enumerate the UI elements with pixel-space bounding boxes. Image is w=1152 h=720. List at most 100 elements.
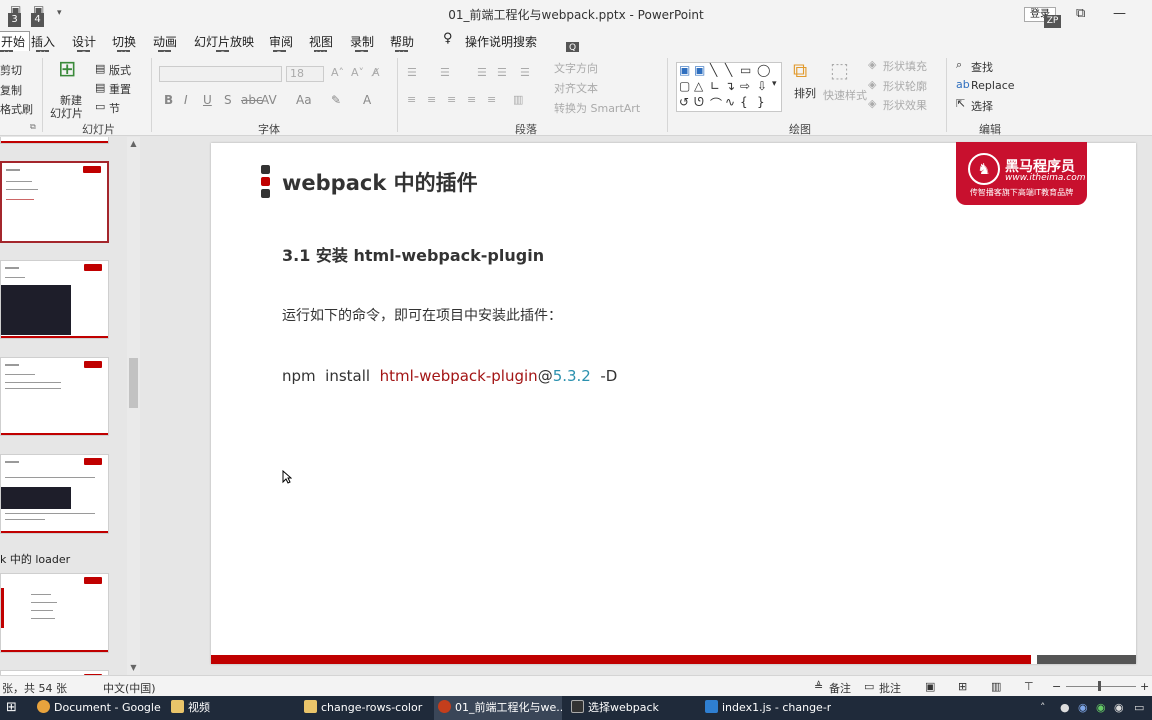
clear-format-icon[interactable]: A̸ [372,66,380,79]
rectangle-shape-icon[interactable]: ▭ [740,63,751,77]
scroll-up-icon[interactable]: ▲ [127,139,140,148]
italic-icon[interactable]: I [184,93,188,107]
ribbon-display-icon[interactable]: ⧉ [1076,6,1085,21]
distribute-icon[interactable]: ≡ [487,93,496,106]
taskbar-item-powerpoint[interactable]: 01_前端工程化与we... [434,696,562,720]
slide-thumbnail[interactable] [0,137,109,144]
align-right-icon[interactable]: ≡ [447,93,456,106]
tray-app-icon[interactable]: ◉ [1096,701,1106,714]
shape-outline-icon[interactable]: ◈ [868,78,876,91]
tab-help[interactable]: 帮助 [390,33,414,50]
change-case-icon[interactable]: Aa [296,93,312,107]
zoom-slider[interactable] [1066,686,1136,687]
triangle-shape-icon[interactable]: △ [694,79,703,93]
tray-app-icon[interactable]: ◉ [1078,701,1088,714]
arc-shape-icon[interactable]: ⌒ [710,95,722,112]
reset-button[interactable]: 重置 [109,81,131,97]
font-size-combo[interactable]: 18 [286,66,324,82]
freeform-shape-icon[interactable]: ᘎ [694,95,704,110]
shrink-font-icon[interactable]: A˅ [351,66,364,79]
textbox-shape-icon[interactable]: ▣ [679,63,690,77]
slide-thumbnail-selected[interactable] [0,161,109,243]
columns-icon[interactable]: ▥ [513,93,523,106]
select-button[interactable]: 选择 [971,98,993,114]
section-label[interactable]: k 中的 loader [0,551,70,567]
strikethrough-icon[interactable]: abc [241,93,263,107]
scrollbar-thumb[interactable] [129,358,138,408]
arrange-button[interactable]: 排列 [794,85,816,101]
tab-slideshow[interactable]: 幻灯片放映 [194,33,254,50]
slide-sorter-icon[interactable]: ⊞ [958,680,967,693]
shadow-icon[interactable]: S [224,93,232,107]
taskbar-item-folder[interactable]: change-rows-color [300,696,428,720]
justify-icon[interactable]: ≡ [467,93,476,106]
elbow-connector-shape-icon[interactable]: ↴ [725,79,735,93]
down-arrow-shape-icon[interactable]: ⇩ [757,79,767,93]
replace-button[interactable]: Replace [971,79,1015,92]
shapes-gallery[interactable]: ▣ ▣ ╲ ╲ ▭ ◯ ▢ △ ∟ ↴ ⇨ ⇩ ↺ ᘎ ⌒ ∿ { } ▾ [676,62,782,112]
slide-title[interactable]: webpack 中的插件 [282,167,478,197]
right-brace-shape-icon[interactable]: } [757,95,765,109]
dialog-launcher-icon[interactable]: ⧉ [30,122,36,132]
tab-home[interactable]: 开始 [0,31,31,51]
tray-chevron-icon[interactable]: ˄ [1040,701,1046,714]
font-name-combo[interactable] [159,66,282,82]
highlight-icon[interactable]: ✎ [331,93,341,107]
line-shape-icon[interactable]: ╲ [710,63,717,77]
line-spacing-icon[interactable]: ☰ [520,66,530,79]
left-brace-shape-icon[interactable]: { [740,95,748,109]
slide-thumbnail[interactable] [0,573,109,653]
find-button[interactable]: 查找 [971,59,993,75]
install-command[interactable]: npm install html-webpack-plugin@5.3.2 -D [282,367,617,385]
zoom-out-icon[interactable]: − [1052,680,1061,693]
tray-app-icon[interactable]: ◉ [1114,701,1124,714]
tab-review[interactable]: 审阅 [269,33,293,50]
windows-start-icon[interactable]: ⊞ [2,696,28,720]
slide-subheading[interactable]: 3.1 安装 html-webpack-plugin [282,242,544,266]
tab-insert[interactable]: 插入 [31,33,55,50]
section-button[interactable]: 节 [109,100,120,116]
tab-view[interactable]: 视图 [309,33,333,50]
slide-thumbnail[interactable] [0,454,109,534]
slide-canvas[interactable]: webpack 中的插件 ♞ 黑马程序员 www.itheima.com 传智播… [211,142,1136,664]
decrease-indent-icon[interactable]: ☰ [477,66,487,79]
right-arrow-shape-icon[interactable]: ⇨ [740,79,750,93]
slide-thumbnail[interactable] [0,260,109,339]
taskbar-item-chrome[interactable]: Document - Google... [33,696,161,720]
char-spacing-icon[interactable]: AV [261,93,277,107]
slide-paragraph[interactable]: 运行如下的命令，即可在项目中安装此插件： [282,305,562,325]
shape-fill-button[interactable]: 形状填充 [883,58,927,74]
zoom-slider-knob[interactable] [1098,681,1101,691]
comments-button[interactable]: 批注 [879,680,901,696]
tab-animations[interactable]: 动画 [153,33,177,50]
rounded-rect-shape-icon[interactable]: ▢ [679,79,690,93]
shape-outline-button[interactable]: 形状轮廓 [883,78,927,94]
numbering-icon[interactable]: ☰ [440,66,450,79]
scroll-down-icon[interactable]: ▼ [127,663,140,672]
format-painter-button[interactable]: 格式刷 [0,101,33,117]
new-slide-button-label[interactable]: 幻灯片 [50,105,83,121]
tell-me-search[interactable]: 操作说明搜索 [465,33,537,50]
gallery-more-icon[interactable]: ▾ [772,79,777,89]
tab-record[interactable]: 录制 [350,33,374,50]
language-indicator[interactable]: 中文(中国) [103,680,156,696]
cut-button[interactable]: 剪切 [0,62,22,78]
layout-button[interactable]: 版式 [109,62,131,78]
text-direction-button[interactable]: 文字方向 [554,60,598,76]
tab-transitions[interactable]: 切换 [112,33,136,50]
align-center-icon[interactable]: ≡ [427,93,436,106]
reading-view-icon[interactable]: ▥ [991,680,1001,693]
zoom-in-icon[interactable]: + [1140,680,1149,693]
taskbar-item-terminal[interactable]: 选择webpack [567,696,695,720]
notes-button[interactable]: 备注 [829,680,851,696]
oval-shape-icon[interactable]: ◯ [757,63,770,77]
underline-icon[interactable]: U [203,93,212,107]
shape-fill-icon[interactable]: ◈ [868,58,876,71]
font-color-icon[interactable]: A [363,93,371,107]
arrange-icon[interactable]: ⧉ [793,58,807,82]
align-left-icon[interactable]: ≡ [407,93,416,106]
normal-view-icon[interactable]: ▣ [925,680,935,693]
bold-icon[interactable]: B [164,93,173,107]
quick-styles-icon[interactable]: ⬚ [830,58,849,82]
shape-effects-button[interactable]: 形状效果 [883,97,927,113]
